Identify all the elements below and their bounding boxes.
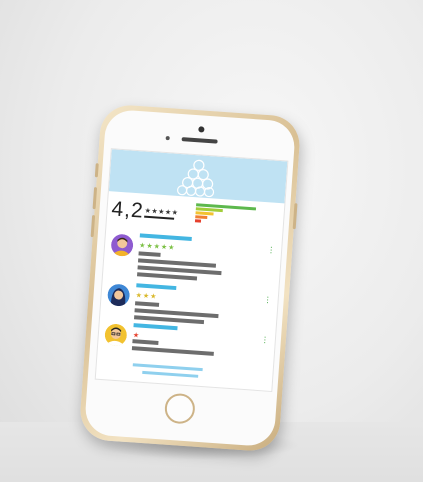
review-stars: ★★★★★ bbox=[138, 242, 176, 252]
review-menu-icon[interactable]: ⋮ bbox=[267, 245, 276, 255]
review-stars: ★★★ bbox=[135, 292, 158, 301]
review-menu-icon[interactable]: ⋮ bbox=[263, 295, 272, 305]
smartphone: 4,2 ★★★★★ ★★★★★ ⋮ ★★★ ⋮ ★ ⋮ bbox=[78, 103, 302, 453]
review-text-line bbox=[138, 251, 161, 257]
man-avatar-icon bbox=[111, 234, 134, 257]
review-text-line bbox=[131, 346, 214, 356]
histogram-bar-1 bbox=[194, 219, 202, 223]
rating-value: 4,2 bbox=[110, 197, 145, 223]
review-title-line bbox=[136, 283, 177, 291]
review-text-line bbox=[134, 301, 160, 307]
review-menu-icon[interactable]: ⋮ bbox=[261, 335, 270, 345]
man-glasses-avatar-icon bbox=[104, 323, 127, 347]
bubbles-logo-icon bbox=[177, 159, 215, 198]
woman-hijab-avatar-icon bbox=[107, 284, 130, 307]
review-text-line bbox=[136, 272, 198, 281]
power-button bbox=[292, 203, 298, 230]
review-title-line bbox=[139, 233, 192, 242]
app-screen: 4,2 ★★★★★ ★★★★★ ⋮ ★★★ ⋮ ★ ⋮ bbox=[94, 148, 289, 393]
review-text-line bbox=[132, 339, 159, 345]
review-title-line bbox=[133, 323, 178, 331]
